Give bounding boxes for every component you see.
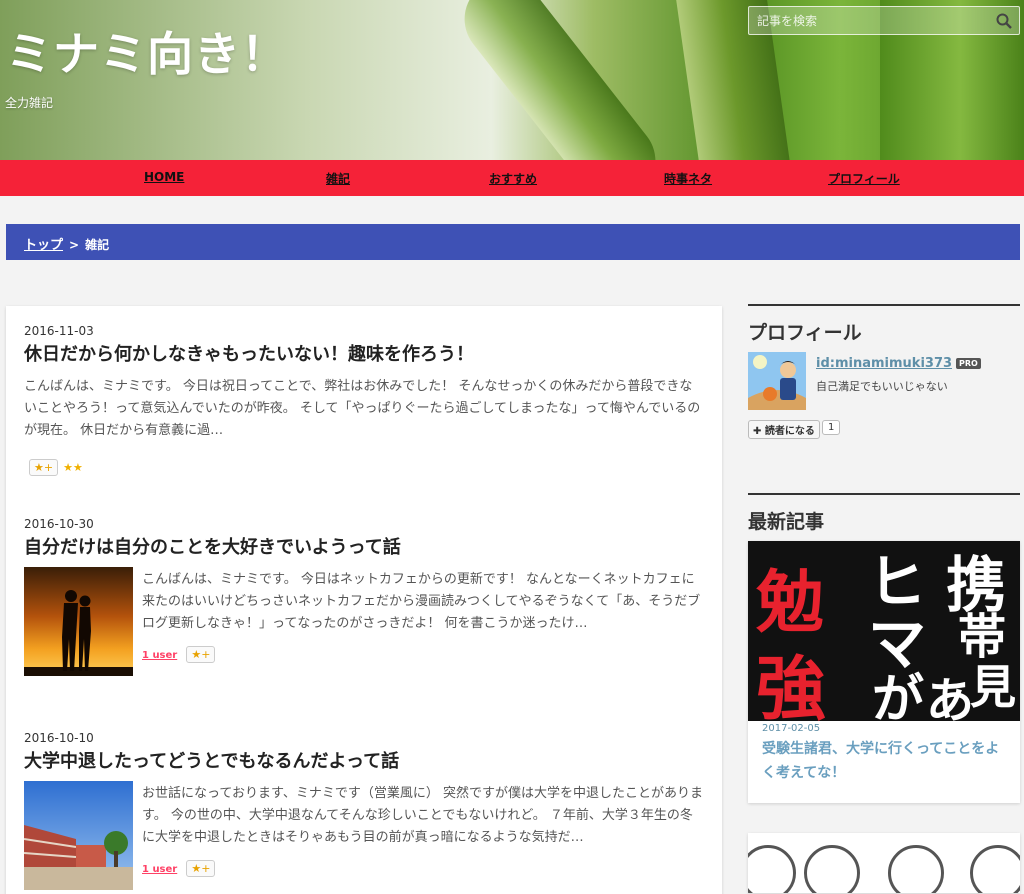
breadcrumb: トップ > 雑記: [6, 224, 1020, 260]
entry-item: 2016-10-30 自分だけは自分のことを大好きでいようって話 こんばんは、ミ…: [24, 517, 704, 676]
entry-summary: こんばんは、ミナミです。 今日はネットカフェからの更新です！ なんとなーくネット…: [142, 572, 701, 631]
search-form: [748, 6, 1020, 35]
sidebar-profile: プロフィール id:minamimuki373 PRO 自己満足でもいいじゃない …: [748, 304, 1020, 454]
site-description: 全力雑記: [5, 96, 54, 110]
nav-home[interactable]: HOME: [144, 170, 184, 184]
entry-date: 2016-10-10: [24, 731, 94, 745]
profile-id-link[interactable]: id:minamimuki373 PRO: [816, 356, 981, 371]
search-input[interactable]: [749, 7, 989, 34]
breadcrumb-top[interactable]: トップ: [24, 238, 63, 253]
entry-list: 2016-11-03 休日だから何かしなきゃもったいない！趣味を作ろう！ こんば…: [6, 306, 722, 894]
recent-heading: 最新記事: [748, 493, 1020, 534]
search-icon[interactable]: [995, 12, 1013, 30]
nav-jiji[interactable]: 時事ネタ: [664, 170, 712, 187]
illustration: [748, 845, 796, 893]
plus-icon: ✚: [753, 426, 765, 437]
avatar[interactable]: [748, 352, 806, 410]
add-star-button[interactable]: ★+: [186, 646, 216, 663]
entry-date: 2016-10-30: [24, 517, 94, 531]
entry-summary: お世話になっております、ミナミです（営業風に） 突然ですが僕は大学を中退したこと…: [142, 786, 704, 845]
breadcrumb-separator: >: [69, 238, 80, 252]
entry-date: 2016-11-03: [24, 324, 94, 338]
subscribe-button[interactable]: ✚ 読者になる: [748, 420, 820, 439]
entry-item: 2016-11-03 休日だから何かしなきゃもったいない！趣味を作ろう！ こんば…: [24, 324, 704, 476]
entry-title[interactable]: 自分だけは自分のことを大好きでいようって話: [24, 533, 704, 559]
site-title[interactable]: ミナミ向き！: [6, 18, 288, 84]
profile-description: 自己満足でもいいじゃない: [816, 380, 948, 393]
recent-entry-card[interactable]: 勉 強 ヒ マ が あ 携 帯 見 2017-02-05 受験生諸君、大学に行く…: [748, 541, 1020, 803]
bookmark-users[interactable]: 1 user: [142, 650, 177, 661]
entry-thumbnail[interactable]: [24, 567, 133, 676]
recent-entry-date: 2017-02-05: [762, 723, 821, 734]
recent-entry-image[interactable]: 勉 強 ヒ マ が あ 携 帯 見: [748, 541, 1020, 721]
breadcrumb-current: 雑記: [85, 238, 110, 252]
entry-title[interactable]: 休日だから何かしなきゃもったいない！趣味を作ろう！: [24, 340, 704, 366]
recent-entry-title[interactable]: 受験生諸君、大学に行くってことをよく考えてな！: [762, 737, 1012, 785]
global-nav: HOME 雑記 おすすめ 時事ネタ プロフィール: [0, 160, 1024, 196]
bookmark-users[interactable]: 1 user: [142, 864, 177, 875]
entry-summary: こんばんは、ミナミです。 今日は祝日ってことで、弊社はお休みでした！ そんなせっ…: [24, 379, 701, 438]
stars[interactable]: ★★: [63, 461, 83, 474]
entry-title[interactable]: 大学中退したってどうとでもなるんだよって話: [24, 747, 704, 773]
entry-item: 2016-10-10 大学中退したってどうとでもなるんだよって話 お世話になって…: [24, 731, 704, 890]
site-header: ミナミ向き！ 全力雑記: [0, 0, 1024, 160]
sidebar-recent: 最新記事 勉 強 ヒ マ が あ 携 帯 見 2017-02-05 受験生諸君、…: [748, 493, 1020, 894]
pro-badge: PRO: [956, 358, 981, 369]
nav-zakki[interactable]: 雑記: [326, 170, 350, 187]
nav-osusume[interactable]: おすすめ: [489, 170, 537, 187]
header-image: [448, 0, 672, 160]
profile-heading: プロフィール: [748, 304, 1020, 345]
subscriber-count: 1: [822, 420, 841, 435]
entry-thumbnail[interactable]: [24, 781, 133, 890]
add-star-button[interactable]: ★+: [186, 860, 216, 877]
recent-entry-card[interactable]: [748, 833, 1020, 893]
add-star-button[interactable]: ★+: [29, 459, 59, 476]
nav-profile[interactable]: プロフィール: [828, 170, 900, 187]
